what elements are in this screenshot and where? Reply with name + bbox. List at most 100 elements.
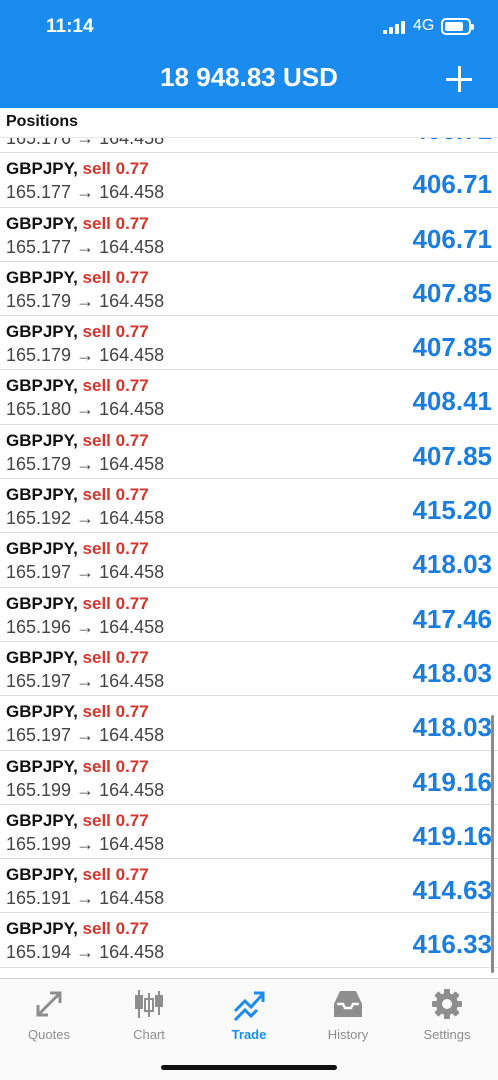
- trade-icon: [233, 991, 265, 1021]
- position-symbol: GBPJPY, sell 0.77: [6, 268, 149, 288]
- position-row[interactable]: GBPJPY, sell 0.77 165.179 → 164.458 407.85: [0, 425, 498, 480]
- position-symbol: GBPJPY, sell 0.77: [6, 702, 149, 722]
- position-prices: 165.196 → 164.458: [6, 616, 165, 637]
- position-symbol-text: GBPJPY,: [6, 485, 78, 505]
- position-prices: 165.179 → 164.458: [6, 290, 165, 311]
- position-profit: 418.03: [412, 712, 492, 743]
- position-prices: 165.194 → 164.458: [6, 942, 165, 963]
- position-prices: 165.177 → 164.458: [6, 182, 165, 203]
- position-side: sell 0.77: [82, 322, 149, 342]
- scrollbar[interactable]: [491, 715, 494, 973]
- tab-settings-label: Settings: [423, 1027, 471, 1042]
- position-profit: 419.16: [412, 766, 492, 797]
- tab-chart-label: Chart: [133, 1027, 165, 1042]
- tab-trade[interactable]: Trade: [204, 987, 294, 1042]
- position-profit: 406.71: [412, 223, 492, 254]
- position-symbol: GBPJPY, sell 0.77: [6, 322, 149, 342]
- position-symbol-text: GBPJPY,: [6, 213, 78, 233]
- position-symbol-text: GBPJPY,: [6, 159, 78, 179]
- position-row[interactable]: GBPJPY, sell 0.77 165.199 → 164.458 419.16: [0, 751, 498, 805]
- position-row[interactable]: GBPJPY, sell 0.77 165.179 → 164.458 407.85: [0, 316, 498, 371]
- position-row[interactable]: GBPJPY, sell 0.77 165.180 → 164.458 408.41: [0, 370, 498, 425]
- position-row[interactable]: GBPJPY, sell 0.77 165.197 → 164.458 418.03: [0, 533, 498, 588]
- position-profit: 408.41: [412, 386, 492, 417]
- position-prices: 165.179 → 164.458: [6, 453, 165, 474]
- position-symbol: GBPJPY, sell 0.77: [6, 811, 149, 831]
- position-symbol-text: GBPJPY,: [6, 322, 78, 342]
- position-side: sell 0.77: [82, 485, 149, 505]
- position-profit: 418.03: [412, 549, 492, 580]
- position-side: sell 0.77: [82, 647, 149, 667]
- position-symbol: GBPJPY, sell 0.77: [6, 214, 149, 234]
- position-side: sell 0.77: [82, 919, 149, 939]
- position-symbol: GBPJPY, sell 0.77: [6, 539, 149, 559]
- position-row[interactable]: GBPJPY, sell 0.77 165.179 → 164.458 407.85: [0, 262, 498, 317]
- position-prices: 165.197 → 164.458: [6, 562, 165, 583]
- history-icon: [334, 991, 362, 1017]
- tab-history[interactable]: History: [303, 987, 393, 1042]
- position-symbol: GBPJPY, sell 0.77: [6, 485, 149, 505]
- position-side: sell 0.77: [82, 593, 149, 613]
- position-prices: 165.180 → 164.458: [6, 399, 165, 420]
- position-row[interactable]: GBPJPY, sell 0.77 165.192 → 164.458 415.20: [0, 479, 498, 534]
- position-symbol: GBPJPY, sell 0.77: [6, 594, 149, 614]
- cellular-signal-icon: [383, 21, 407, 34]
- position-side: sell 0.77: [82, 756, 149, 776]
- position-side: sell 0.77: [82, 702, 149, 722]
- position-row[interactable]: GBPJPY, sell 0.77 165.199 → 164.458 419.16: [0, 805, 498, 860]
- position-profit: 407.85: [412, 332, 492, 363]
- position-prices: 165.199 → 164.458: [6, 833, 165, 854]
- position-prices: 165.192 → 164.458: [6, 508, 165, 529]
- position-row[interactable]: GBPJPY, sell 0.77 165.177 → 164.458 406.71: [0, 208, 498, 262]
- position-symbol: GBPJPY, sell 0.77: [6, 376, 149, 396]
- position-profit: 406.71: [412, 169, 492, 200]
- position-row[interactable]: GBPJPY, sell 0.77 165.196 → 164.458 417.46: [0, 588, 498, 642]
- position-prices: 165.199 → 164.458: [6, 779, 165, 800]
- positions-list[interactable]: GBPJPY, sell 0.77165.176 → 164.458406.71…: [0, 121, 498, 978]
- position-symbol-text: GBPJPY,: [6, 376, 78, 396]
- battery-icon: [441, 18, 474, 35]
- position-profit: 416.33: [412, 929, 492, 960]
- tab-quotes[interactable]: Quotes: [4, 987, 94, 1042]
- settings-icon: [432, 989, 462, 1019]
- tab-chart[interactable]: Chart: [104, 987, 194, 1042]
- position-prices: 165.177 → 164.458: [6, 236, 165, 257]
- position-symbol-text: GBPJPY,: [6, 702, 78, 722]
- position-row[interactable]: GBPJPY, sell 0.77 165.197 → 164.458 418.03: [0, 696, 498, 751]
- position-row[interactable]: GBPJPY, sell 0.77 165.194 → 164.458 416.33: [0, 913, 498, 968]
- position-profit: 418.03: [412, 657, 492, 688]
- app-header: 11:14 4G 18 948.83 USD: [0, 0, 498, 108]
- position-symbol-text: GBPJPY,: [6, 865, 78, 885]
- position-row[interactable]: GBPJPY, sell 0.77 165.177 → 164.458 406.71: [0, 153, 498, 208]
- position-symbol: GBPJPY, sell 0.77: [6, 431, 149, 451]
- position-side: sell 0.77: [82, 810, 149, 830]
- add-order-button[interactable]: [446, 66, 472, 92]
- position-side: sell 0.77: [82, 376, 149, 396]
- position-side: sell 0.77: [82, 865, 149, 885]
- position-symbol: GBPJPY, sell 0.77: [6, 919, 149, 939]
- position-prices: 165.191 → 164.458: [6, 888, 165, 909]
- chart-icon: [135, 990, 163, 1018]
- position-profit: 417.46: [412, 603, 492, 634]
- home-indicator: [161, 1065, 337, 1070]
- position-symbol-text: GBPJPY,: [6, 430, 78, 450]
- position-symbol: GBPJPY, sell 0.77: [6, 865, 149, 885]
- tab-settings[interactable]: Settings: [402, 987, 492, 1042]
- position-profit: 407.85: [412, 440, 492, 471]
- position-symbol: GBPJPY, sell 0.77: [6, 648, 149, 668]
- position-profit: 419.16: [412, 820, 492, 851]
- position-symbol: GBPJPY, sell 0.77: [6, 159, 149, 179]
- position-symbol-text: GBPJPY,: [6, 647, 78, 667]
- tab-history-label: History: [327, 1027, 369, 1042]
- position-side: sell 0.77: [82, 213, 149, 233]
- position-symbol: GBPJPY, sell 0.77: [6, 757, 149, 777]
- quotes-icon: [36, 991, 62, 1017]
- position-side: sell 0.77: [82, 267, 149, 287]
- account-balance: 18 948.83 USD: [160, 62, 338, 92]
- position-symbol-text: GBPJPY,: [6, 539, 78, 559]
- position-prices: 165.197 → 164.458: [6, 725, 165, 746]
- position-symbol-text: GBPJPY,: [6, 267, 78, 287]
- position-row[interactable]: GBPJPY, sell 0.77 165.197 → 164.458 418.03: [0, 642, 498, 697]
- position-profit: 415.20: [412, 495, 492, 526]
- position-row[interactable]: GBPJPY, sell 0.77 165.191 → 164.458 414.63: [0, 859, 498, 914]
